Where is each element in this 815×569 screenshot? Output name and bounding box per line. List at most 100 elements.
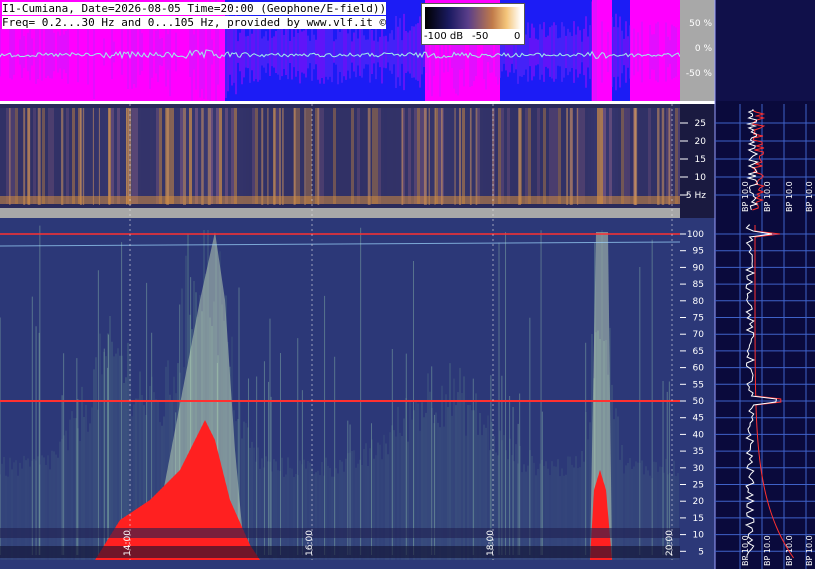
- vlf-spectrogram-figure: 50 % 0 % -50 % 25 20 15 10 5 Hz 14:00 16:00 18:00 2…: [0, 0, 815, 569]
- side-panel-top: [715, 0, 815, 101]
- header-line-1: I1-Cumiana, Date=2026-08-05 Time=20:00 (…: [2, 2, 387, 15]
- lf-column: [42, 108, 45, 204]
- lf-column: [456, 108, 459, 204]
- lf-column: [228, 108, 231, 204]
- lf-column: [489, 108, 492, 204]
- lf-tick-label: 20: [695, 137, 707, 147]
- lf-column: [483, 108, 486, 204]
- lf-column: [195, 108, 198, 204]
- lf-column: [600, 108, 603, 204]
- lf-column: [276, 108, 279, 204]
- lf-column: [336, 108, 339, 204]
- lf-column: [186, 108, 189, 204]
- lf-column: [549, 108, 552, 204]
- lf-column: [555, 108, 558, 204]
- lf-column: [171, 108, 174, 204]
- lf-column: [405, 108, 408, 204]
- lf-tick-label: 25: [695, 119, 706, 129]
- lf-column: [627, 108, 630, 204]
- lf-column: [198, 108, 201, 204]
- lf-column: [120, 108, 123, 204]
- lf-column: [69, 108, 72, 204]
- bp-label-bottom: BP 10.0: [763, 535, 772, 566]
- lf-column: [390, 108, 393, 204]
- lf-column: [624, 108, 627, 204]
- ef-tick-label: 100: [687, 230, 704, 240]
- lf-column: [264, 108, 267, 204]
- lf-column: [54, 108, 57, 204]
- side-panel-bg: [715, 101, 815, 569]
- lf-column: [480, 108, 483, 204]
- lf-column: [360, 108, 363, 204]
- lf-column: [579, 108, 582, 204]
- lf-column: [270, 108, 273, 204]
- lf-column: [378, 108, 381, 204]
- ef-tick-label: 65: [693, 347, 704, 357]
- lf-column: [45, 108, 48, 204]
- lf-column: [501, 108, 504, 204]
- lf-column: [192, 108, 195, 204]
- lf-column: [6, 108, 9, 204]
- lf-column: [138, 108, 141, 204]
- lf-column: [243, 108, 246, 204]
- lf-column: [654, 108, 657, 204]
- lf-column: [639, 108, 642, 204]
- lf-column: [609, 108, 612, 204]
- lf-column: [216, 108, 219, 204]
- lf-column: [237, 108, 240, 204]
- header-line-2: Freq= 0.2...30 Hz and 0...105 Hz, provid…: [2, 16, 387, 29]
- lf-column: [231, 108, 234, 204]
- bp-label-top: BP 10.0: [741, 181, 750, 212]
- lf-column: [642, 108, 645, 204]
- lf-column: [114, 108, 117, 204]
- lf-column: [234, 108, 237, 204]
- lf-column: [105, 108, 108, 204]
- lf-column: [57, 108, 60, 204]
- lf-column: [507, 108, 510, 204]
- colorbar-label-min: -100 dB: [424, 31, 464, 42]
- colorbar-legend: -100 dB -50 0: [421, 3, 525, 45]
- ef-tick-label: 70: [693, 330, 705, 340]
- lf-column: [156, 108, 159, 204]
- lf-column: [651, 108, 654, 204]
- lf-column: [585, 108, 588, 204]
- lf-column: [204, 108, 207, 204]
- lf-column: [522, 108, 525, 204]
- lf-column: [75, 108, 78, 204]
- lf-column: [225, 108, 228, 204]
- ef-tick-label: 30: [693, 464, 705, 474]
- lf-column: [87, 108, 90, 204]
- lf-column: [30, 108, 33, 204]
- lf-column: [141, 108, 144, 204]
- lf-column: [588, 108, 591, 204]
- lf-column: [15, 108, 18, 204]
- lf-column: [675, 108, 678, 204]
- lf-column: [111, 108, 114, 204]
- ef-tick-label: 80: [693, 297, 705, 307]
- lf-column: [645, 108, 648, 204]
- spectrogram-canvas: 50 % 0 % -50 % 25 20 15 10 5 Hz 14:00 16:00 18:00 2…: [0, 0, 815, 569]
- lf-column: [486, 108, 489, 204]
- ef-tick-label: 15: [693, 514, 704, 524]
- ef-tick-label: 5: [698, 547, 704, 557]
- lf-column: [213, 108, 216, 204]
- lf-column: [162, 108, 165, 204]
- lf-column: [513, 108, 516, 204]
- lf-column: [504, 108, 507, 204]
- bp-label-bottom: BP 10.0: [785, 535, 794, 566]
- ef-tick-label: 25: [693, 481, 704, 491]
- ef-tick-label: 90: [693, 263, 705, 273]
- lf-column: [531, 108, 534, 204]
- lf-column: [117, 108, 120, 204]
- lf-column: [297, 108, 300, 204]
- lf-column: [333, 108, 336, 204]
- lf-column: [498, 108, 501, 204]
- lf-tick-label: 10: [695, 173, 707, 183]
- time-tick-label: 20:00: [665, 530, 675, 556]
- lf-column: [393, 108, 396, 204]
- lf-column: [381, 108, 384, 204]
- lf-column: [240, 108, 243, 204]
- ef-tick-label: 75: [693, 314, 704, 324]
- ef-tick-label: 35: [693, 447, 704, 457]
- lf-column: [255, 108, 258, 204]
